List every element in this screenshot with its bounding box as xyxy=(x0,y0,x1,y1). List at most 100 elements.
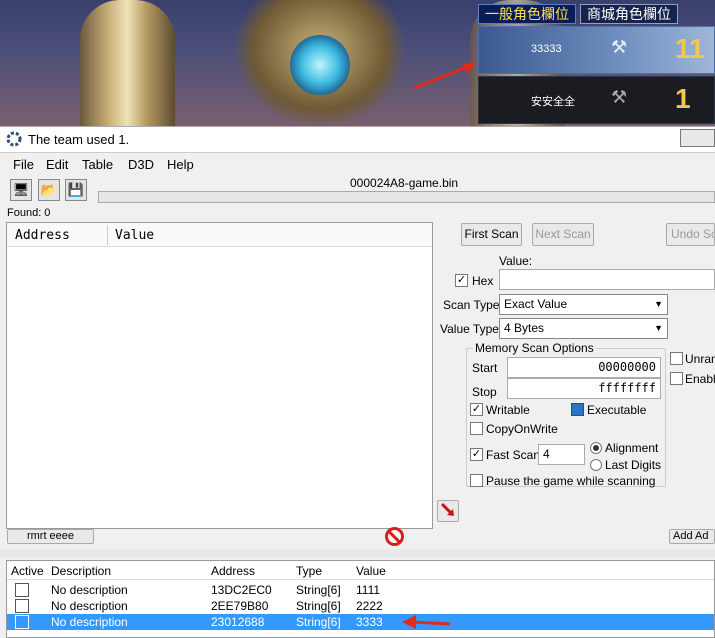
fast-scan-label: Fast Scan xyxy=(486,448,541,462)
alignment-radio[interactable] xyxy=(590,442,602,454)
menu-bar: File Edit Table D3D Help xyxy=(0,152,715,174)
row-value: 1111 xyxy=(356,583,381,597)
red-arrow-annotation xyxy=(402,615,451,629)
weapon-icon: ⚒ xyxy=(611,37,628,57)
pause-game-checkbox[interactable] xyxy=(470,474,483,487)
character-level: 1 xyxy=(675,83,691,114)
row-value: 3333 xyxy=(356,615,383,629)
minimize-button[interactable] xyxy=(680,129,715,147)
scan-type-label: Scan Type xyxy=(443,298,500,312)
column-value[interactable]: Value xyxy=(356,564,386,578)
game-pillar xyxy=(80,0,175,126)
copyonwrite-label: CopyOnWrite xyxy=(486,422,558,436)
active-checkbox[interactable] xyxy=(15,583,29,597)
row-description: No description xyxy=(51,599,128,613)
stop-label: Stop xyxy=(472,385,497,399)
row-type: String[6] xyxy=(296,615,341,629)
panel-splitter[interactable] xyxy=(0,549,715,557)
pointer-scan-button[interactable] xyxy=(437,500,459,522)
red-arrow-annotation xyxy=(413,62,476,90)
address-table[interactable]: Active Description Address Type Value No… xyxy=(6,560,715,638)
start-label: Start xyxy=(472,361,498,375)
menu-help[interactable]: Help xyxy=(167,157,194,172)
fast-scan-checkbox[interactable]: ✓ xyxy=(470,448,483,461)
character-slot[interactable]: 33333 ⚒ 11 xyxy=(478,26,715,74)
add-address-button[interactable]: Add Ad xyxy=(669,529,715,544)
writable-checkbox[interactable]: ✓ xyxy=(470,403,483,416)
red-arrow-icon xyxy=(440,502,454,516)
address-table-header: Active Description Address Type Value xyxy=(7,561,714,580)
column-active[interactable]: Active xyxy=(11,564,44,578)
next-scan-button[interactable]: Next Scan xyxy=(532,223,594,246)
active-checkbox[interactable] xyxy=(15,599,29,613)
undo-scan-button[interactable]: Undo Scan xyxy=(666,223,715,246)
column-address[interactable]: Address xyxy=(15,228,70,243)
character-level: 11 xyxy=(675,33,705,64)
row-description: No description xyxy=(51,615,128,629)
game-screen: 一般角色欄位 商城角色欄位 33333 ⚒ 11 安安全全 ⚒ 1 xyxy=(0,0,715,126)
value-type-select[interactable]: 4 Bytes ▼ xyxy=(499,318,668,339)
scan-type-value: Exact Value xyxy=(504,297,568,311)
column-description[interactable]: Description xyxy=(51,564,111,578)
character-slot[interactable]: 安安全全 ⚒ 1 xyxy=(478,76,715,124)
memory-view-button[interactable]: rmrt eeee xyxy=(7,529,94,544)
menu-edit[interactable]: Edit xyxy=(46,157,68,172)
results-header: Address Value xyxy=(7,223,432,247)
window-titlebar: The team used 1. xyxy=(0,126,715,152)
chevron-down-icon: ▼ xyxy=(654,299,663,309)
found-count: Found: 0 xyxy=(7,207,51,219)
select-process-icon[interactable]: 🖥 xyxy=(10,179,32,201)
menu-d3d[interactable]: D3D xyxy=(128,157,154,172)
active-checkbox[interactable] xyxy=(15,615,29,629)
writable-label: Writable xyxy=(486,403,530,417)
column-type[interactable]: Type xyxy=(296,564,322,578)
game-tab-mall[interactable]: 商城角色欄位 xyxy=(580,4,678,24)
scan-results-list[interactable]: Address Value xyxy=(6,222,433,529)
cheat-engine-logo-icon xyxy=(6,131,22,147)
enable-speedhack-checkbox[interactable] xyxy=(670,372,683,385)
alignment-label: Alignment xyxy=(605,441,659,455)
table-row[interactable]: No description 2EE79B80 String[6] 2222 xyxy=(7,598,714,614)
value-type-label: Value Type xyxy=(440,322,499,336)
row-type: String[6] xyxy=(296,583,341,597)
table-row[interactable]: No description 13DC2EC0 String[6] 1111 xyxy=(7,582,714,598)
hex-label: Hex xyxy=(472,274,494,288)
scan-type-select[interactable]: Exact Value ▼ xyxy=(499,294,668,315)
enable-speedhack-label: Enable xyxy=(685,372,715,386)
fast-scan-alignment-input[interactable]: 4 xyxy=(538,444,585,465)
scan-progress-bar xyxy=(98,191,715,203)
executable-label: Executable xyxy=(587,403,647,417)
start-address-input[interactable]: 00000000 xyxy=(507,357,661,378)
game-orb xyxy=(290,35,350,95)
value-type-value: 4 Bytes xyxy=(504,321,545,335)
open-file-icon[interactable]: 📂 xyxy=(38,179,60,201)
last-digits-label: Last Digits xyxy=(605,458,662,472)
stop-icon[interactable] xyxy=(385,527,404,546)
last-digits-radio[interactable] xyxy=(590,459,602,471)
stop-address-input[interactable]: ffffffff xyxy=(507,378,661,399)
copyonwrite-checkbox[interactable] xyxy=(470,422,483,435)
executable-checkbox[interactable] xyxy=(571,403,584,416)
first-scan-button[interactable]: First Scan xyxy=(461,223,522,246)
row-description: No description xyxy=(51,583,128,597)
column-address[interactable]: Address xyxy=(211,564,255,578)
process-name: 000024A8-game.bin xyxy=(350,176,459,190)
menu-file[interactable]: File xyxy=(13,157,34,172)
value-label: Value: xyxy=(499,254,533,268)
row-address: 13DC2EC0 xyxy=(211,583,272,597)
weapon-icon: ⚒ xyxy=(611,87,628,107)
value-input[interactable] xyxy=(499,269,715,290)
hex-checkbox[interactable]: ✓ xyxy=(455,274,468,287)
unrandomizer-checkbox[interactable] xyxy=(670,352,683,365)
row-address: 2EE79B80 xyxy=(211,599,269,613)
window-title: The team used 1. xyxy=(28,132,130,147)
pause-game-label: Pause the game while scanning xyxy=(486,474,656,488)
chevron-down-icon: ▼ xyxy=(654,323,663,333)
save-file-icon[interactable]: 💾 xyxy=(65,179,87,201)
menu-table[interactable]: Table xyxy=(82,157,113,172)
row-type: String[6] xyxy=(296,599,341,613)
row-value: 2222 xyxy=(356,599,383,613)
game-tab-general[interactable]: 一般角色欄位 xyxy=(478,4,576,24)
table-row[interactable]: No description 23012688 String[6] 3333 xyxy=(7,614,714,630)
column-value[interactable]: Value xyxy=(115,228,154,243)
